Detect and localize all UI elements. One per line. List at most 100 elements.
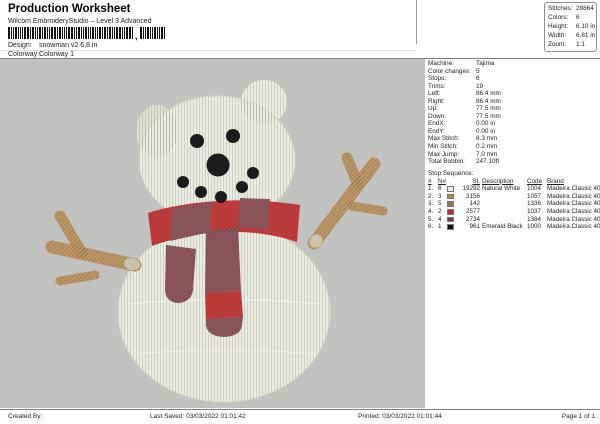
stop-number: 2. <box>428 192 434 200</box>
summary-row-label: Width: <box>548 31 567 39</box>
barcode-bar <box>85 27 87 39</box>
barcode-bar <box>109 27 111 39</box>
summary-row: Zoom: 1:1 <box>548 41 596 50</box>
smile-dot <box>215 191 227 203</box>
machine-info-row: EndX: 0.00 in <box>428 120 600 128</box>
thread-code: 1336 <box>527 200 542 208</box>
machine-info-row-value: 5 <box>476 67 480 75</box>
barcode-bar <box>124 27 125 39</box>
stop-sequence-row: 5. 4 2734 1384 Madeira Classic 40 <box>425 216 600 224</box>
barcode-bar <box>126 27 128 39</box>
thread-code: 1004 <box>527 185 542 193</box>
thread-color-swatch <box>447 209 454 215</box>
colorway-value: Colorway 1 <box>39 50 75 58</box>
machine-info-row-label: EndY: <box>428 127 446 135</box>
barcode-bar <box>90 27 91 39</box>
barcode-bar <box>39 27 41 39</box>
machine-info-list: Machine: Tajima Color changes: 5 Stops: 6 Trim… <box>425 59 600 166</box>
summary-row: Colors: 6 <box>548 14 596 23</box>
thread-description: Emerald Black <box>482 223 523 231</box>
thread-brand: Madeira Classic 40 <box>547 185 600 193</box>
stop-sequence-title: Stop Sequence: <box>428 169 474 177</box>
barcode-bar <box>104 27 106 39</box>
snowman-embroidery-preview <box>0 80 425 403</box>
thread-brand: Madeira Classic 40 <box>547 200 600 208</box>
machine-info-row: Stops: 6 <box>428 75 600 83</box>
stitch-count: 2734 <box>465 215 480 223</box>
machine-info-row-label: Machine: <box>428 60 454 67</box>
barcode-bar <box>66 27 67 39</box>
barcode-bar <box>151 27 153 39</box>
machine-info-row-value: 0.2 mm <box>476 143 498 151</box>
machine-info-row-value: 19 <box>476 82 484 90</box>
smile-dot <box>247 167 259 179</box>
stitch-count: 3156 <box>465 192 480 200</box>
barcode-bar <box>15 27 17 39</box>
created-by-label: Created By: <box>8 413 43 420</box>
thread-color-swatch <box>447 186 454 192</box>
machine-info-row-label: Trims: <box>428 82 446 90</box>
barcode-bar <box>160 27 163 39</box>
summary-row: Width: 6.81 in <box>548 32 596 41</box>
barcode-bar <box>139 27 142 39</box>
machine-info-row: Up: 77.5 mm <box>428 105 600 113</box>
stop-sequence-table: # N# St. Description Code Brand 1. 6 19292 Natura… <box>425 178 600 231</box>
thread-color-swatch <box>447 201 454 207</box>
barcode-bar <box>144 27 146 39</box>
machine-info-row: Max Jump: 7.0 mm <box>428 151 600 159</box>
barcode-bar <box>116 27 118 39</box>
barcode-bar <box>18 27 19 39</box>
stop-sequence-row: 2. 3 3156 1057 Madeira Classic 40 <box>425 193 600 201</box>
machine-info-row-value: 0.00 in <box>476 120 496 128</box>
stop-sequence-row: 6. 1 961 Emerald Black 1000 Madeira Classic 4… <box>425 223 600 231</box>
design-summary-box: Stitches: 28864 Colors: 6 Height: 6.10 in Widt… <box>544 2 597 52</box>
machine-info-row-value: 0.00 in <box>476 127 496 135</box>
barcode-separator: , <box>135 31 138 41</box>
machine-info-row: Max Stitch: 8.3 mm <box>428 135 600 143</box>
machine-info-row-label: Color changes: <box>428 67 471 75</box>
machine-info-row-label: Min Stitch: <box>428 143 458 151</box>
machine-info-row: Trims: 19 <box>428 83 600 91</box>
smile-dot <box>195 186 207 198</box>
barcode-bar <box>142 27 144 39</box>
worksheet-header: Production Worksheet Wilcom EmbroiderySt… <box>0 0 600 59</box>
page-title: Production Worksheet <box>8 3 131 15</box>
machine-info-row-value: Tajima <box>476 60 495 67</box>
machine-info-row: Right: 86.4 mm <box>428 98 600 106</box>
needle-number: 1 <box>438 223 442 231</box>
colorway-row: Colorway: Colorway 1 <box>8 51 74 58</box>
barcode-bar <box>13 27 14 39</box>
thread-code: 1384 <box>527 215 542 223</box>
column-header: Code <box>527 177 543 185</box>
summary-row-label: Height: <box>548 22 569 30</box>
stitch-count: 19292 <box>462 185 480 193</box>
stitch-count: 142 <box>469 200 480 208</box>
machine-info-row-label: Max Stitch: <box>428 135 460 143</box>
thread-brand: Madeira Classic 40 <box>547 223 600 231</box>
barcode-bar <box>122 27 123 39</box>
needle-number: 5 <box>438 200 442 208</box>
needle-number: 2 <box>438 208 442 216</box>
stop-number: 6. <box>428 223 434 231</box>
barcode-bar <box>129 27 131 39</box>
barcode-bar <box>42 27 43 39</box>
barcode-bar <box>149 27 151 39</box>
barcode: , <box>8 27 165 41</box>
barcode-bar <box>24 27 26 39</box>
stitch-count: 961 <box>469 223 480 231</box>
barcode-bar <box>132 27 133 39</box>
machine-info-row-value: 86.4 mm <box>476 90 501 98</box>
machine-info-row: Color changes: 5 <box>428 68 600 76</box>
machine-info-row-label: Left: <box>428 90 441 98</box>
column-header: St. <box>472 177 480 185</box>
stop-sequence-row: 3. 5 142 1336 Madeira Classic 40 <box>425 200 600 208</box>
worksheet-footer: Created By: Last Saved: 03/03/2022 01:01… <box>0 409 600 424</box>
thread-brand: Madeira Classic 40 <box>547 192 600 200</box>
stop-number: 5. <box>428 215 434 223</box>
stop-table-header: # N# St. Description Code Brand <box>425 178 600 186</box>
machine-info-row-value: 6 <box>476 75 480 83</box>
barcode-bar <box>119 27 121 39</box>
barcode-bar <box>107 27 108 39</box>
summary-row-value: 6.10 in <box>576 22 596 30</box>
machine-info-row-label: Down: <box>428 112 447 120</box>
